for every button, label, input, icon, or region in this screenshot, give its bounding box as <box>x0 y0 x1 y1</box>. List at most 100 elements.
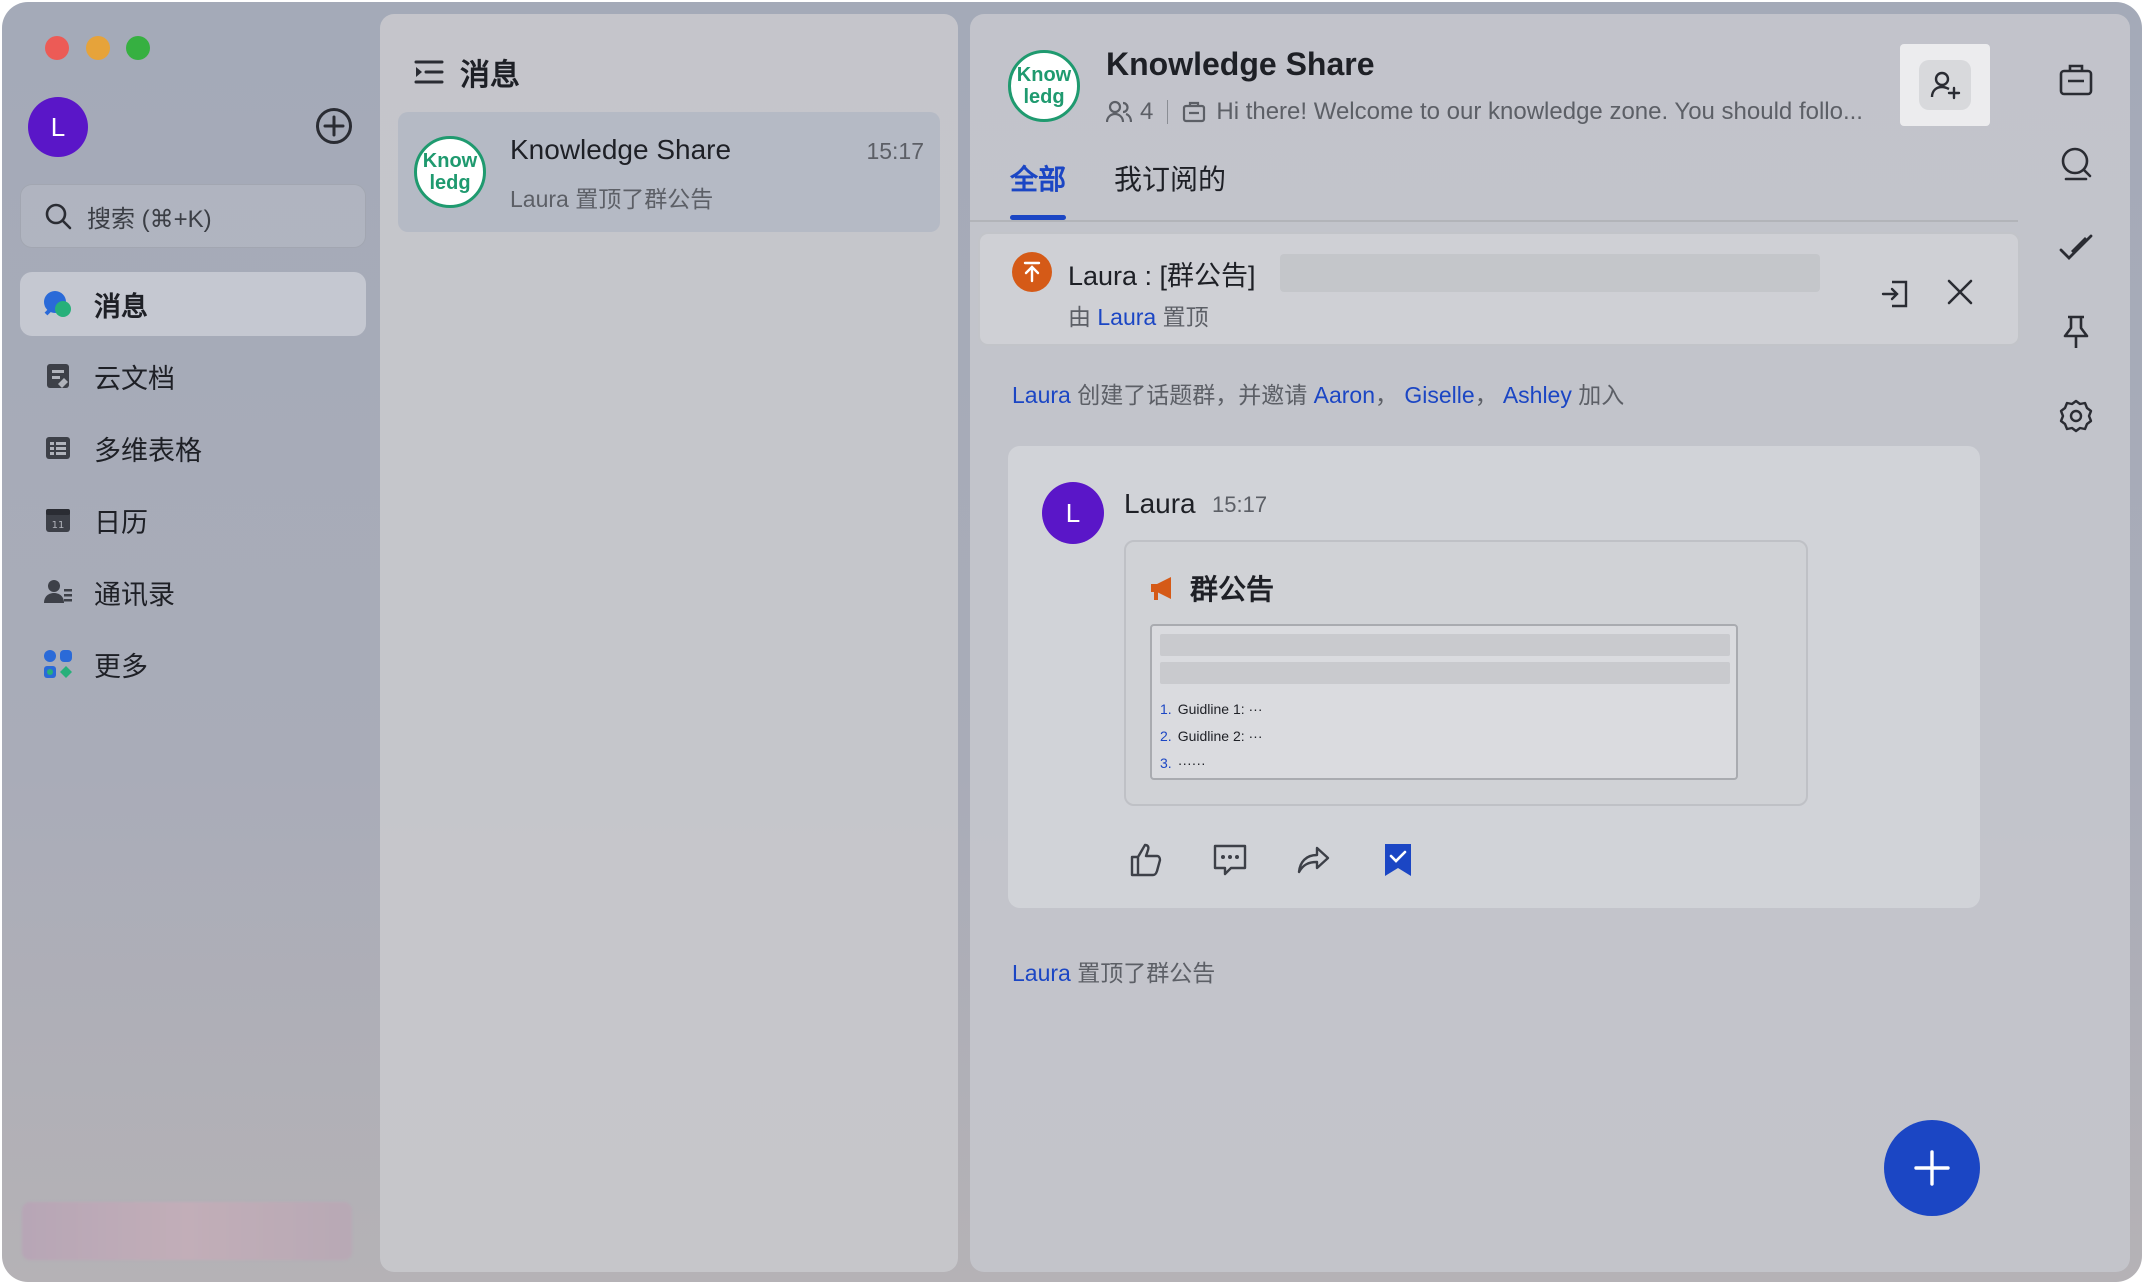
conversation-item[interactable]: Know ledg Knowledge Share 15:17 Laura 置顶… <box>398 112 940 232</box>
search-icon <box>45 203 72 230</box>
sender-name[interactable]: Laura <box>1124 488 1196 520</box>
sidebar-item-messages[interactable]: 消息 <box>20 272 366 336</box>
description-icon <box>1183 101 1206 123</box>
tasks-rail-button[interactable] <box>2056 228 2096 268</box>
chat-group-avatar-text: Know ledg <box>1016 64 1072 108</box>
search-placeholder: 搜索 (⌘+K) <box>87 205 212 233</box>
system-user-link[interactable]: Laura <box>1012 960 1071 986</box>
sidebar-item-more[interactable]: 更多 <box>20 632 366 696</box>
pinned-by-user[interactable]: Laura <box>1097 304 1156 330</box>
jump-to-icon <box>1881 280 1908 308</box>
system-pinned-text: 置顶了群公告 <box>1077 960 1216 986</box>
create-add-button[interactable] <box>316 108 352 144</box>
reply-button[interactable] <box>1208 838 1252 882</box>
plus-icon <box>323 115 345 137</box>
pinned-by-suffix: 置顶 <box>1162 304 1209 330</box>
members-icon[interactable] <box>1106 100 1132 124</box>
sidebar-item-base[interactable]: 多维表格 <box>20 416 366 480</box>
tabs-divider <box>970 220 2018 222</box>
right-icon-rail <box>2056 60 2096 480</box>
briefcase-icon <box>2059 64 2093 96</box>
tab-all[interactable]: 全部 <box>1010 158 1067 220</box>
close-pinned-button[interactable] <box>1946 278 1974 311</box>
add-user-icon <box>1930 71 1961 100</box>
table-icon <box>42 432 74 464</box>
open-pinned-button[interactable] <box>1880 278 1912 315</box>
close-window-button[interactable] <box>45 36 69 60</box>
system-message-created: Laura 创建了话题群，并邀请 Aaron， Giselle， Ashley … <box>1012 376 1624 410</box>
system-message-pinned: Laura 置顶了群公告 <box>1012 954 1215 988</box>
invitee-link[interactable]: Aaron <box>1314 382 1375 408</box>
preview-list: 1. Guidline 1: ··· 2. Guidline 2: ··· 3. ··… <box>1160 696 1263 777</box>
sidebar-item-label: 更多 <box>94 651 148 682</box>
invitee-separator: ， <box>1374 382 1398 408</box>
sidebar-item-calendar[interactable]: 11 日历 <box>20 488 366 552</box>
blurred-status-bar <box>22 1202 352 1260</box>
pinned-rail-button[interactable] <box>2056 312 2096 352</box>
plus-icon <box>1914 1150 1950 1186</box>
announcement-rail-button[interactable] <box>2056 60 2096 100</box>
preview-blurred-line <box>1160 662 1730 684</box>
bookmark-button[interactable] <box>1376 838 1420 882</box>
contacts-icon <box>42 576 74 608</box>
invitee-link[interactable]: Giselle <box>1404 382 1474 408</box>
settings-rail-button[interactable] <box>2056 396 2096 436</box>
app-window: L 搜索 (⌘+K) 消息 云文档 多维表格 11 日历 通讯录 更多 消息 K… <box>0 0 2148 1284</box>
conversation-list-panel: 消息 Know ledg Knowledge Share 15:17 Laura… <box>380 14 958 1272</box>
like-button[interactable] <box>1124 838 1168 882</box>
pinned-content-blurred <box>1280 254 1820 292</box>
system-created-text: 创建了话题群，并邀请 <box>1077 382 1308 408</box>
sidebar-item-label: 云文档 <box>94 363 175 394</box>
add-member-button[interactable] <box>1900 44 1990 126</box>
pin-top-icon <box>1012 252 1052 292</box>
calendar-icon: 11 <box>42 504 74 536</box>
app-frame: L 搜索 (⌘+K) 消息 云文档 多维表格 11 日历 通讯录 更多 消息 K… <box>2 2 2142 1282</box>
preview-list-item: 3. ······ <box>1160 755 1206 771</box>
sidebar-item-label: 消息 <box>94 291 148 322</box>
user-avatar[interactable]: L <box>28 97 88 157</box>
sidebar-item-contacts[interactable]: 通讯录 <box>20 560 366 624</box>
bookmark-check-icon <box>1385 844 1411 876</box>
message-actions <box>1124 838 1460 882</box>
search-input[interactable]: 搜索 (⌘+K) <box>20 184 366 248</box>
sidebar-item-cloud-docs[interactable]: 云文档 <box>20 344 366 408</box>
megaphone-icon <box>1151 577 1171 600</box>
chat-title[interactable]: Knowledge Share <box>1106 46 1375 83</box>
system-user-link[interactable]: Laura <box>1012 382 1071 408</box>
invitee-separator: ， <box>1474 382 1498 408</box>
zoom-window-button[interactable] <box>126 36 150 60</box>
cloud-doc-icon <box>42 360 74 392</box>
close-icon <box>1947 279 1973 305</box>
chat-description[interactable]: Hi there! Welcome to our knowledge zone.… <box>1216 98 1863 126</box>
minimize-window-button[interactable] <box>86 36 110 60</box>
announcement-preview: 1. Guidline 1: ··· 2. Guidline 2: ··· 3. ··… <box>1150 624 1738 780</box>
chat-meta: 4 Hi there! Welcome to our knowledge zon… <box>1106 98 1896 126</box>
invitee-link[interactable]: Ashley <box>1503 382 1572 408</box>
member-count[interactable]: 4 <box>1140 98 1153 126</box>
sidebar-item-label: 多维表格 <box>94 435 202 466</box>
pinned-announcement-bar[interactable]: Laura : [群公告] 由 Laura 置顶 <box>978 232 2020 346</box>
sidebar-item-label: 通讯录 <box>94 579 175 610</box>
search-chat-rail-button[interactable] <box>2056 144 2096 184</box>
forward-button[interactable] <box>1292 838 1336 882</box>
pinned-title: Laura : [群公告] <box>1068 261 1256 291</box>
chat-tabs: 全部 我订阅的 <box>1010 158 1274 220</box>
announcement-title: 群公告 <box>1190 574 1275 605</box>
preview-list-item: 1. Guidline 1: ··· <box>1160 701 1263 717</box>
message-card: L Laura 15:17 群公告 1. Guidline 1: ··· 2. Gu… <box>1008 446 1980 908</box>
announcement-card[interactable]: 群公告 1. Guidline 1: ··· 2. Guidline 2: ··· … <box>1124 540 1808 806</box>
conversation-title: Knowledge Share <box>510 134 732 165</box>
tab-subscribed[interactable]: 我订阅的 <box>1114 158 1226 220</box>
preview-blurred-line <box>1160 634 1730 656</box>
sidebar-nav: 消息 云文档 多维表格 11 日历 通讯录 更多 <box>20 272 366 704</box>
comment-icon <box>1213 844 1247 876</box>
new-topic-button[interactable] <box>1884 1120 1980 1216</box>
collapse-list-icon[interactable] <box>414 59 444 85</box>
pin-icon <box>2063 315 2089 348</box>
chat-bubbles-icon <box>42 288 74 320</box>
sender-avatar[interactable]: L <box>1042 482 1104 544</box>
checkmark-pen-icon <box>2059 234 2093 260</box>
add-member-button-inner <box>1919 60 1971 110</box>
thumbs-up-icon <box>1130 843 1162 877</box>
chat-group-avatar[interactable]: Know ledg <box>1008 50 1080 122</box>
